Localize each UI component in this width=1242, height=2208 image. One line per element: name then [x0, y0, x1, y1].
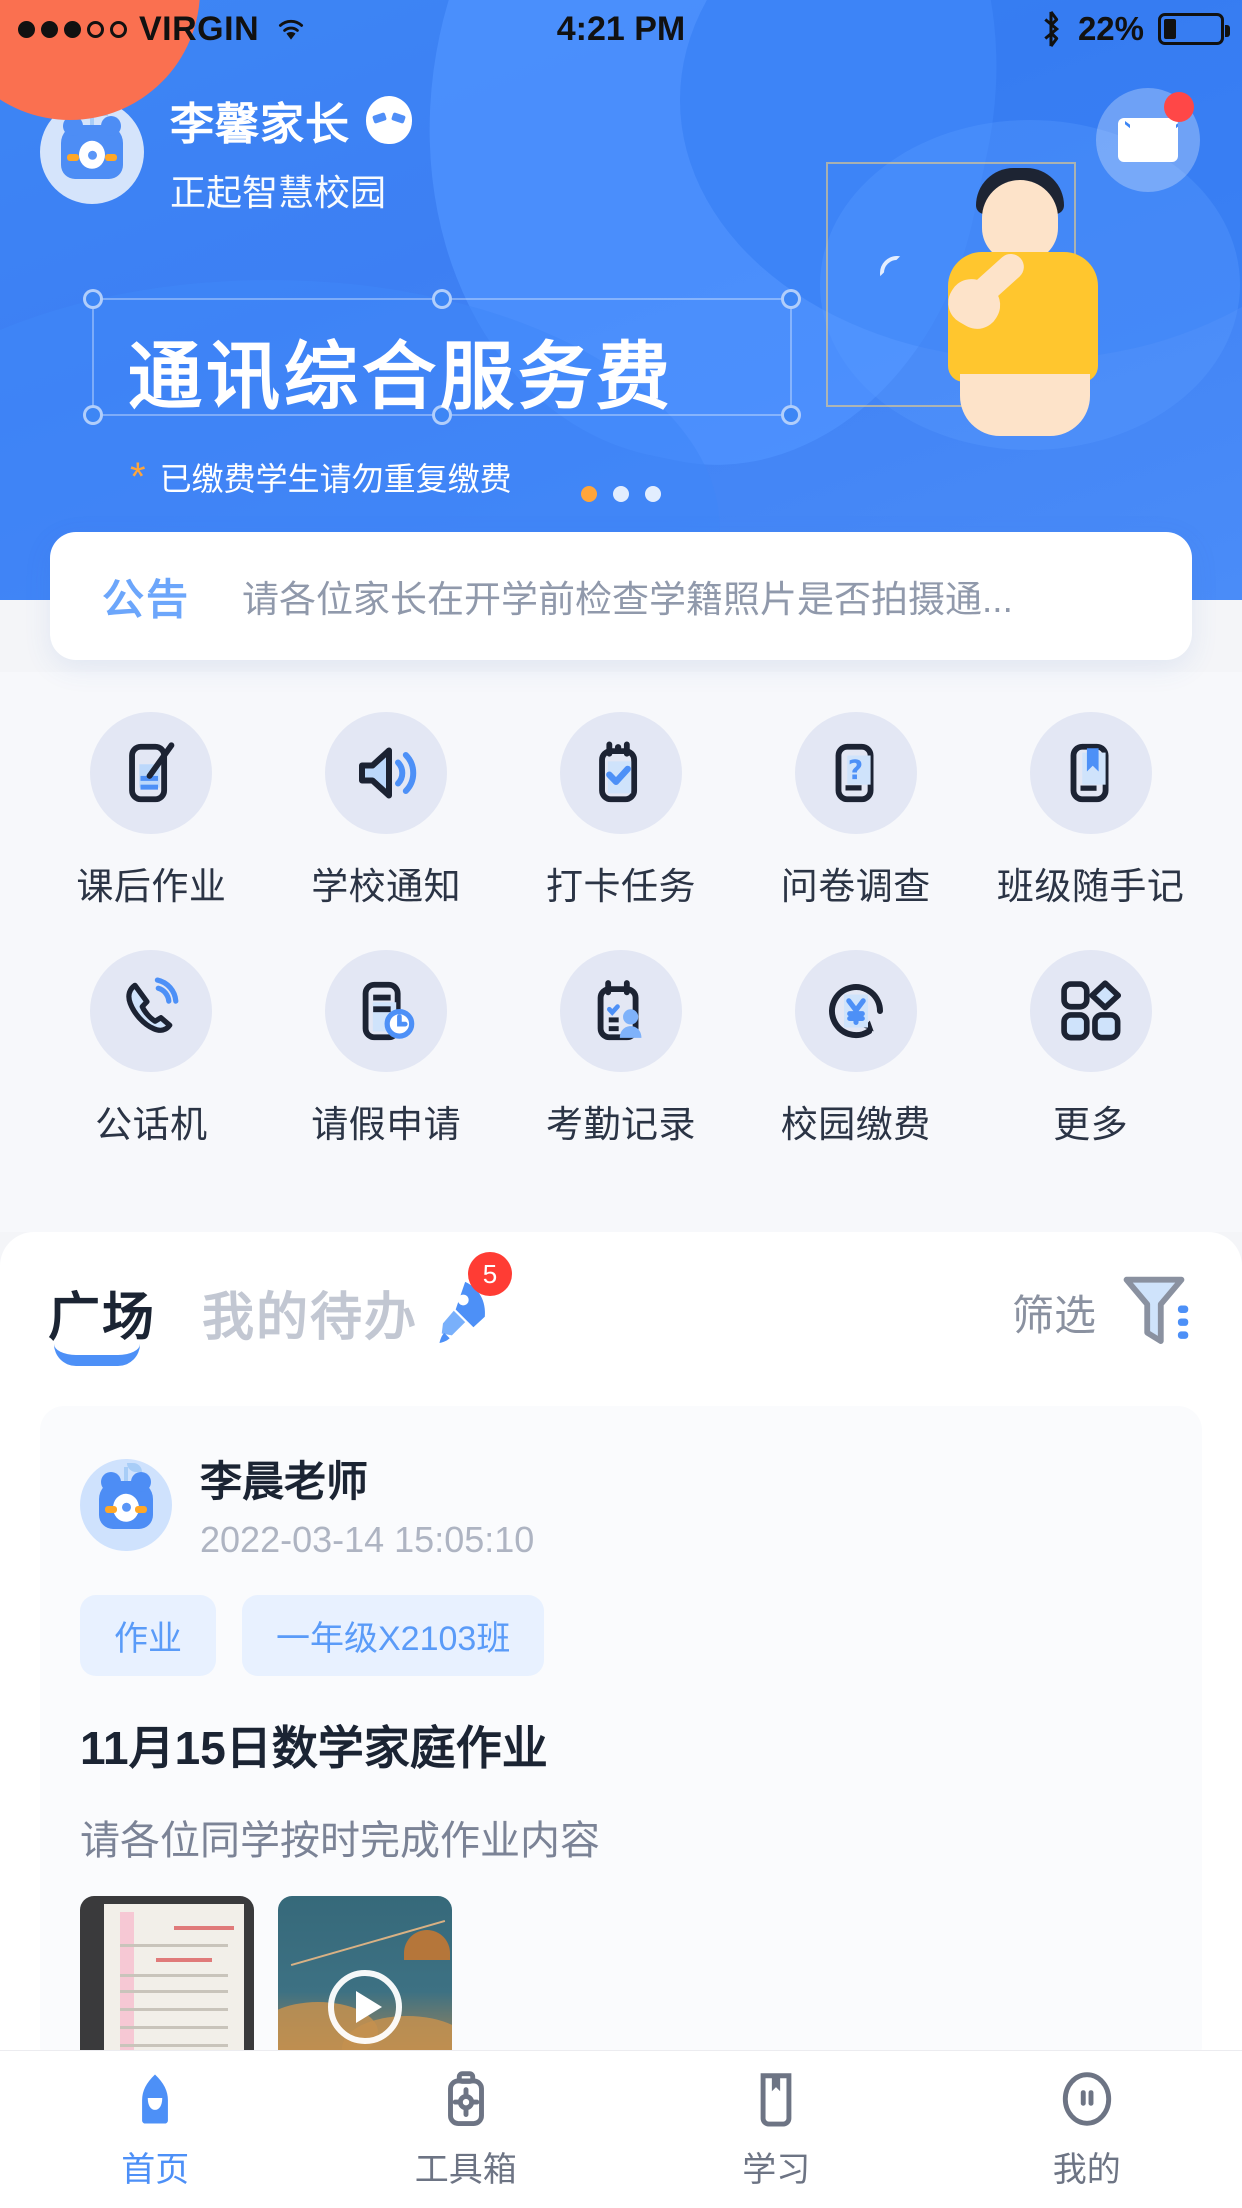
post-header: 李晨老师 2022-03-14 15:05:10: [80, 1448, 1162, 1561]
carousel-dot-1[interactable]: [581, 486, 597, 502]
tab-my-todo[interactable]: 我的待办 5: [202, 1252, 513, 1350]
tabbar-item-toolbox[interactable]: 工具箱: [311, 2051, 622, 2208]
filter-label: 筛选: [1011, 1291, 1096, 1339]
active-tab-underline: [54, 1344, 140, 1366]
status-bar: VIRGIN 4:21 PM 22%: [0, 0, 1242, 58]
feed-tabs: 广场 我的待办 5 筛选: [0, 1232, 1242, 1392]
tab-plaza-label: 广场: [48, 1288, 157, 1347]
video-thumbnail[interactable]: [278, 1896, 452, 2050]
quick-action-public-phone[interactable]: 公话机: [34, 950, 269, 1148]
feed-section: 广场 我的待办 5 筛选 李晨老师 2022-03-14 15:05:10 作业…: [0, 1232, 1242, 2050]
bottom-tab-bar: 首页 工具箱 学习 我的: [0, 2050, 1242, 2208]
announcement-label: 公告: [102, 575, 191, 623]
post-tag[interactable]: 作业: [80, 1595, 216, 1676]
user-name: 李馨家长: [170, 100, 350, 149]
battery-icon: [1158, 13, 1230, 45]
quick-action-checkin[interactable]: 打卡任务: [504, 712, 739, 910]
speaker-announcement-icon: [325, 712, 448, 834]
class-notebook-icon: [1029, 712, 1152, 834]
post-author: 李晨老师: [200, 1458, 369, 1505]
post-title: 11月15日数学家庭作业: [80, 1722, 548, 1774]
hero-header: 李馨家长 正起智慧校园 通讯综合服务费 * 已缴费学生请勿重复缴费: [0, 0, 1242, 600]
post-timestamp: 2022-03-14 15:05:10: [200, 1519, 535, 1560]
phone-call-icon: [90, 950, 213, 1072]
post-body: 请各位同学按时完成作业内容: [80, 1819, 600, 1863]
mail-unread-dot: [1164, 92, 1194, 122]
school-name: 正起智慧校园: [170, 172, 387, 213]
quick-action-leave-request[interactable]: 请假申请: [269, 950, 504, 1148]
quick-action-attendance[interactable]: 考勤记录: [504, 950, 739, 1148]
carousel-dot-2[interactable]: [613, 486, 629, 502]
leave-request-icon: [325, 950, 448, 1072]
quick-action-label: 公话机: [95, 1104, 208, 1145]
quick-action-school-notice[interactable]: 学校通知: [269, 712, 504, 910]
more-grid-icon: [1029, 950, 1152, 1072]
quick-actions-grid: 课后作业 学校通知 打卡任务 ? 问卷调查 班级随手记 公话机 请假申请 考勤记…: [0, 672, 1242, 1188]
home-icon: [142, 2074, 169, 2124]
quick-action-homework[interactable]: 课后作业: [34, 712, 269, 910]
promo-banner[interactable]: 通讯综合服务费 * 已缴费学生请勿重复缴费: [0, 282, 1242, 497]
profile-icon: [1062, 2072, 1111, 2126]
attendance-record-icon: [559, 950, 682, 1072]
homework-edit-icon: [90, 712, 213, 834]
quick-action-label: 学校通知: [311, 866, 462, 907]
tabbar-item-profile[interactable]: 我的: [932, 2051, 1242, 2208]
feed-post-card[interactable]: 李晨老师 2022-03-14 15:05:10 作业 一年级X2103班 11…: [40, 1406, 1202, 2050]
tab-plaza[interactable]: 广场: [48, 1275, 157, 1366]
quick-action-campus-payment[interactable]: 校园缴费: [738, 950, 973, 1148]
campus-payment-icon: [794, 950, 917, 1072]
tab-my-todo-label: 我的待办: [202, 1288, 419, 1347]
post-tags: 作业 一年级X2103班: [80, 1595, 1162, 1676]
study-book-icon: [760, 2073, 792, 2127]
quick-action-class-notes[interactable]: 班级随手记: [973, 712, 1208, 910]
tabbar-label: 首页: [121, 2151, 190, 2189]
tabbar-label: 学习: [742, 2151, 811, 2189]
teacher-avatar-icon[interactable]: [80, 1458, 172, 1551]
announcement-bar[interactable]: 公告 请各位家长在开学前检查学籍照片是否拍摄通...: [50, 532, 1192, 660]
quick-action-more[interactable]: 更多: [973, 950, 1208, 1148]
quick-action-label: 班级随手记: [996, 866, 1185, 907]
tabbar-label: 我的: [1052, 2151, 1121, 2189]
banner-title: 通讯综合服务费: [128, 334, 674, 420]
quick-action-label: 课后作业: [76, 866, 227, 907]
filter-icon: [1123, 1276, 1189, 1344]
mood-face-icon[interactable]: [366, 96, 412, 144]
checkin-task-icon: [559, 712, 682, 834]
filter-button[interactable]: 筛选: [1012, 1270, 1194, 1354]
carousel-dot-3[interactable]: [645, 486, 661, 502]
quick-action-label: 更多: [1053, 1104, 1129, 1145]
mail-icon[interactable]: [1096, 88, 1200, 192]
tabbar-item-study[interactable]: 学习: [621, 2051, 932, 2208]
announcement-text: 请各位家长在开学前检查学籍照片是否拍摄通...: [242, 579, 1013, 620]
quick-action-questionnaire[interactable]: ? 问卷调查: [738, 712, 973, 910]
svg-text:?: ?: [848, 756, 863, 786]
questionnaire-icon: ?: [794, 712, 917, 834]
quick-action-label: 问卷调查: [780, 866, 931, 907]
post-attachments: [80, 1896, 1162, 2050]
tabbar-item-home[interactable]: 首页: [0, 2051, 311, 2208]
play-icon[interactable]: [328, 1970, 402, 2045]
carousel-dots[interactable]: [0, 486, 1242, 502]
quick-action-label: 校园缴费: [780, 1104, 931, 1145]
quick-actions-section: 课后作业 学校通知 打卡任务 ? 问卷调查 班级随手记 公话机 请假申请 考勤记…: [0, 672, 1242, 1232]
homework-photo-thumbnail[interactable]: [80, 1896, 254, 2050]
quick-action-label: 考勤记录: [545, 1104, 696, 1145]
post-tag[interactable]: 一年级X2103班: [242, 1595, 545, 1676]
toolbox-icon: [447, 2071, 484, 2126]
quick-action-label: 打卡任务: [545, 866, 696, 907]
todo-badge-count: 5: [468, 1252, 513, 1296]
quick-action-label: 请假申请: [311, 1104, 462, 1145]
tabbar-label: 工具箱: [414, 2151, 517, 2189]
clock: 4:21 PM: [556, 9, 686, 48]
